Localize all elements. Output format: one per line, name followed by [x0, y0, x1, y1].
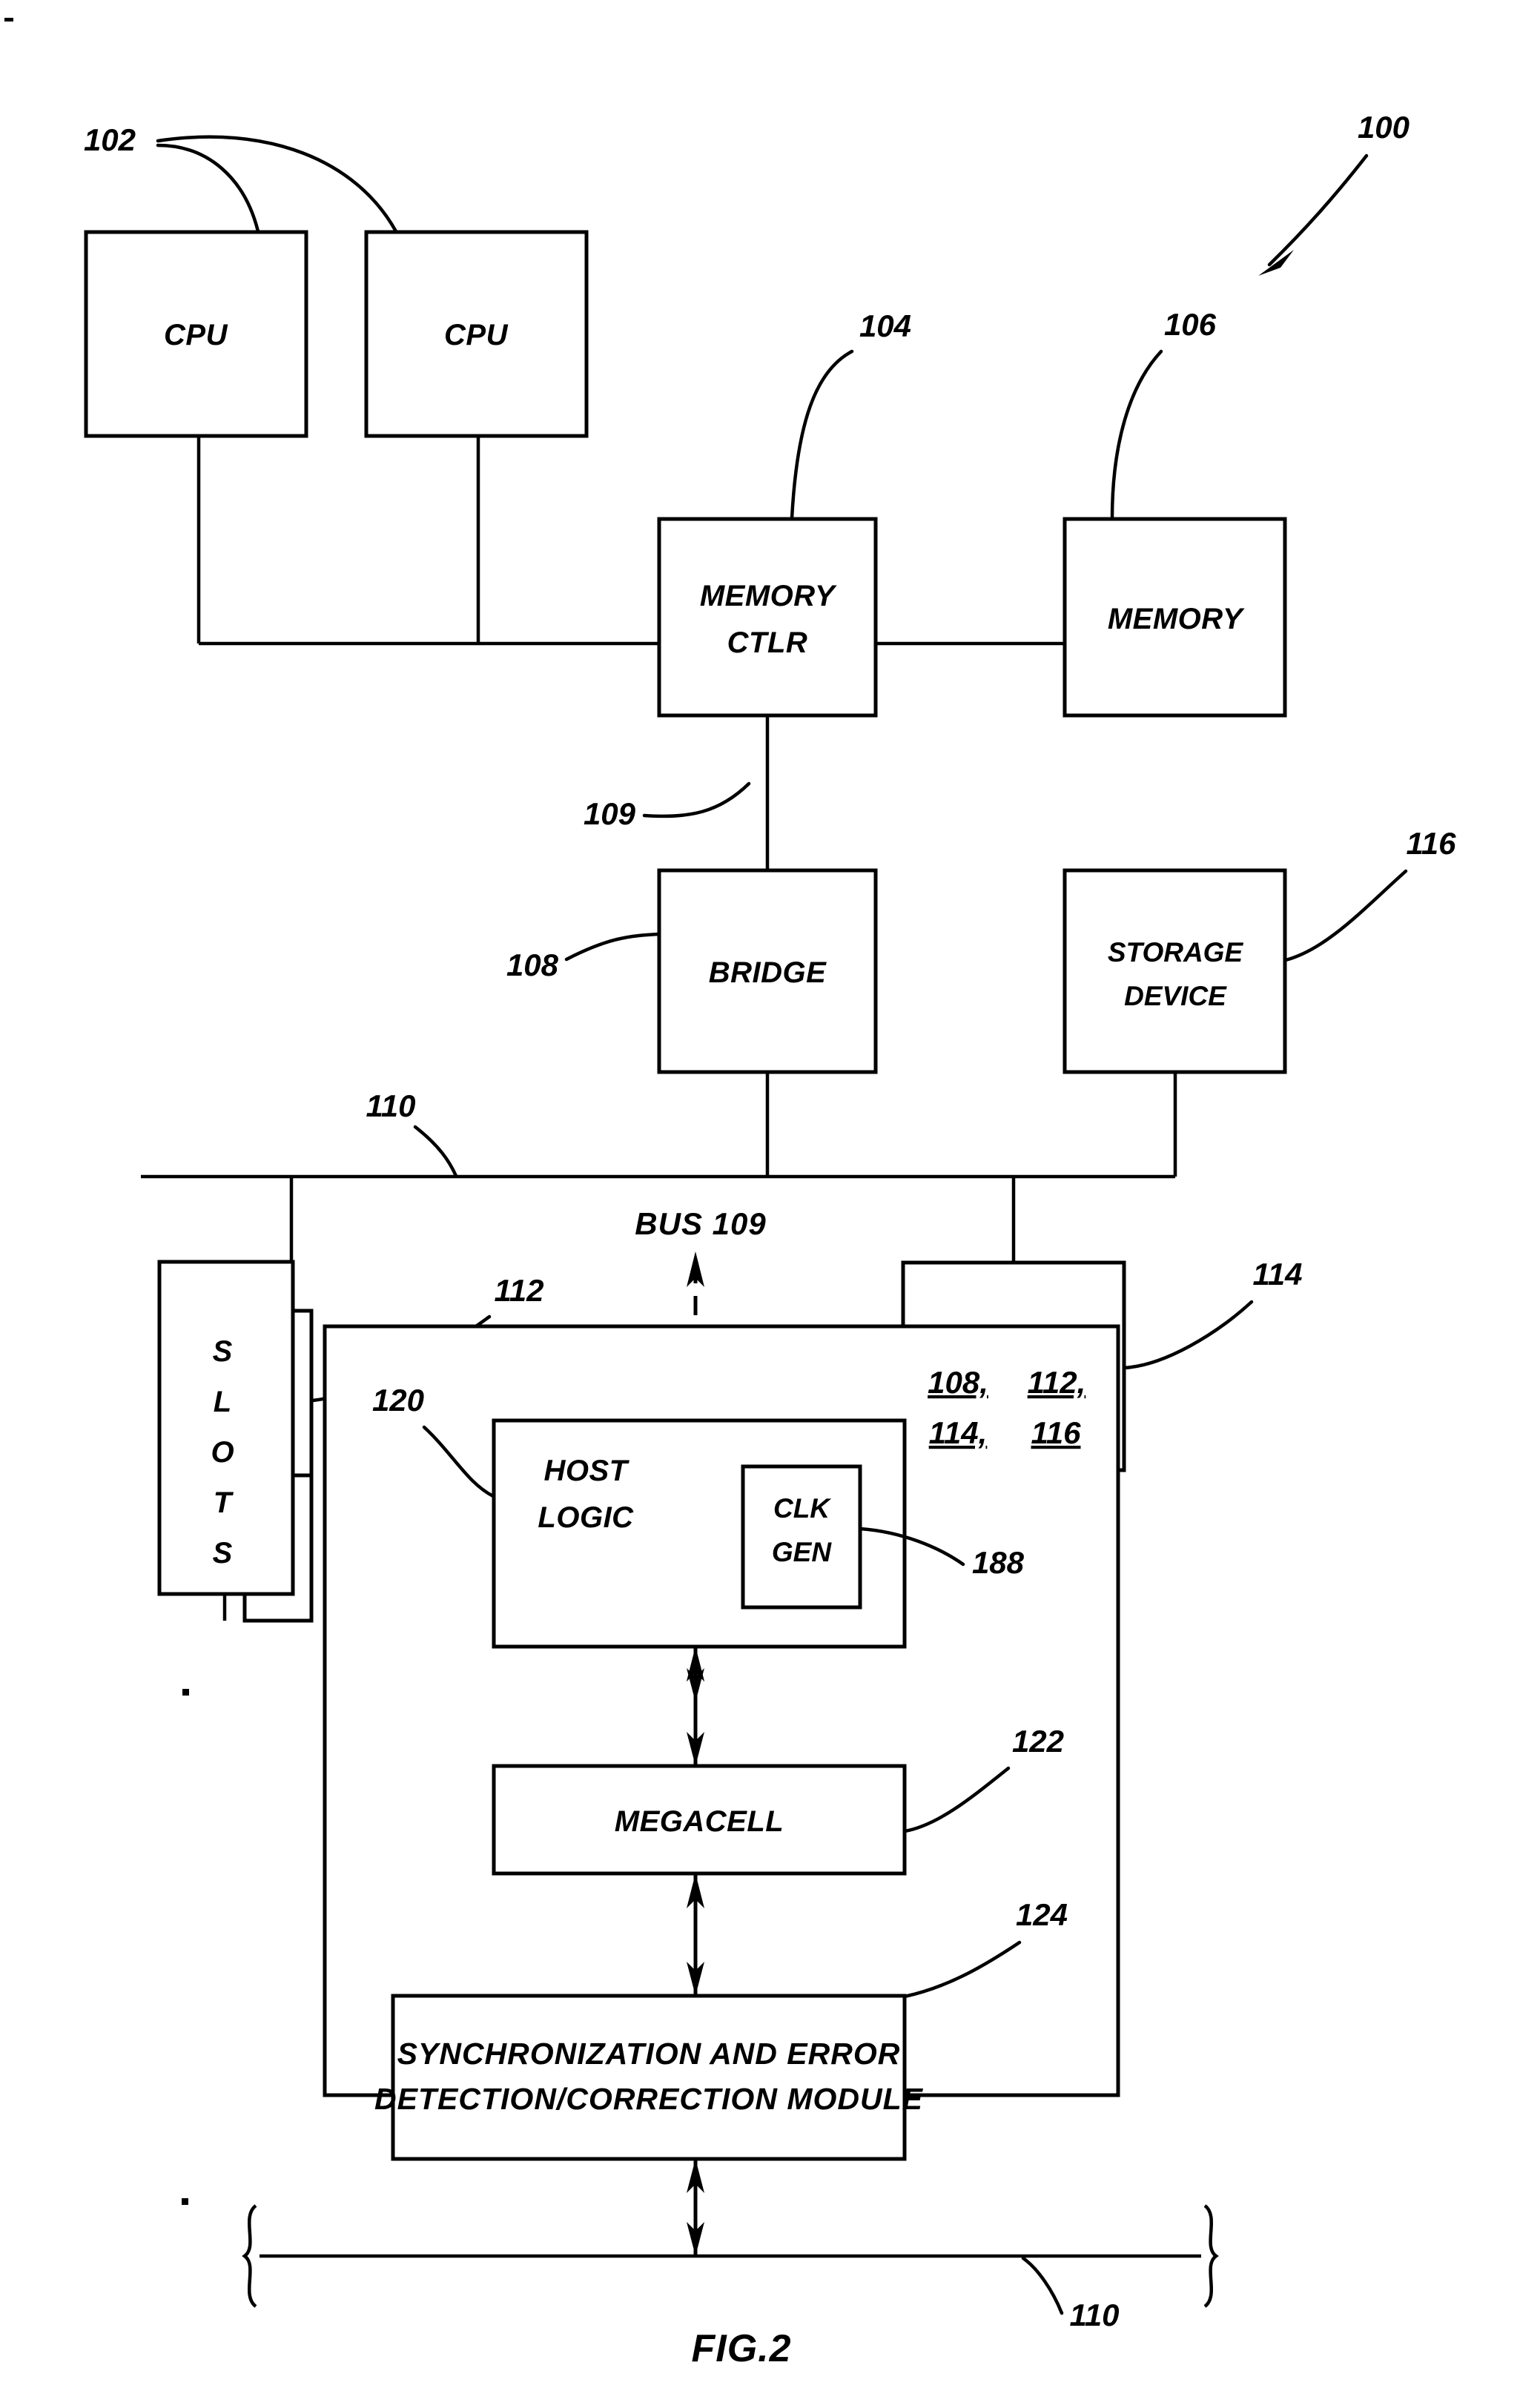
fig2-ref-108: 108,	[928, 1365, 988, 1400]
cpu-block-2: CPU	[364, 230, 589, 438]
ref-106-group: 106	[1110, 307, 1217, 520]
ref-116-group: 116	[1283, 826, 1457, 962]
sync-module-label-line1: SYNCHRONIZATION AND ERROR	[397, 2037, 901, 2071]
figure-2: BUS 109 108, 112, 114, 116 HOST LOGIC 12…	[242, 1206, 1219, 2370]
scan-speck	[4, 18, 13, 22]
fig2-ref-114: 114,	[929, 1415, 988, 1450]
scan-speck	[182, 2198, 188, 2205]
slots-letter-2: L	[214, 1386, 231, 1418]
slots-letter-1: S	[213, 1335, 233, 1368]
cpu-to-memctlr-wires	[196, 436, 659, 646]
memory-label: MEMORY	[1108, 603, 1245, 635]
storage-device-block: STORAGE DEVICE	[1063, 868, 1287, 1074]
memory-block: MEMORY	[1063, 517, 1287, 718]
sync-module-label-line2: DETECTION/CORRECTION MODULE	[374, 2082, 924, 2116]
ref-label-112: 112	[495, 1273, 544, 1308]
ref-label-109: 109	[584, 796, 636, 831]
bridge-block: BRIDGE	[657, 868, 878, 1074]
memory-controller-block: MEMORY CTLR	[657, 517, 878, 718]
bus-110-group: 110	[141, 1072, 1177, 1179]
clk-gen-label-line2: GEN	[772, 1537, 832, 1567]
ref-label-108: 108	[506, 947, 559, 982]
ref-label-110: 110	[366, 1088, 416, 1123]
bus-109-group: 109	[584, 715, 770, 870]
patent-drawing-page: CPU CPU 102 MEMORY CTLR 104 MEMORY 106 1…	[0, 0, 1540, 2388]
storage-device-label-line2: DEVICE	[1124, 981, 1227, 1011]
ref-104-group: 104	[790, 308, 911, 520]
slots-letter-5: S	[213, 1537, 233, 1570]
drawing-canvas: CPU CPU 102 MEMORY CTLR 104 MEMORY 106 1…	[4, 18, 1457, 2370]
megacell-label: MEGACELL	[615, 1805, 784, 1838]
fig2-ref-112: 112,	[1028, 1365, 1086, 1400]
ref-label-120: 120	[372, 1383, 424, 1418]
ref-label-102: 102	[84, 122, 136, 157]
fig2-ref-label-110: 110	[1070, 2298, 1120, 2332]
slots-block: S L O T S	[157, 1177, 314, 1623]
scan-speck	[182, 1689, 189, 1696]
fig2-bus-110-group: 110	[242, 2204, 1219, 2332]
ref-114-group: 114	[1122, 1257, 1303, 1370]
fig2-ref-116: 116	[1031, 1415, 1082, 1450]
clk-gen-block: CLK GEN	[741, 1464, 862, 1610]
cpu-block-1: CPU	[84, 230, 308, 438]
ref-label-124: 124	[1016, 1897, 1068, 1932]
cpu-1-label: CPU	[164, 319, 228, 351]
storage-device-label-line1: STORAGE	[1108, 937, 1244, 968]
bridge-label: BRIDGE	[709, 956, 827, 989]
ref-label-114: 114	[1253, 1257, 1303, 1291]
slots-letter-4: T	[214, 1486, 234, 1519]
ref-label-116: 116	[1407, 826, 1457, 861]
ref-label-188: 188	[972, 1545, 1025, 1580]
megacell-block: MEGACELL	[492, 1764, 907, 1876]
ref-label-106: 106	[1164, 307, 1217, 342]
host-logic-label-line1: HOST	[543, 1455, 629, 1487]
fig2-bus-109-label: BUS 109	[635, 1206, 766, 1241]
ref-label-100: 100	[1358, 110, 1410, 145]
slots-letter-3: O	[211, 1436, 234, 1469]
ref-label-104: 104	[859, 308, 911, 343]
cpu-2-label: CPU	[444, 319, 509, 351]
sync-edc-module-block: SYNCHRONIZATION AND ERROR DETECTION/CORR…	[374, 1994, 924, 2161]
clk-gen-label-line1: CLK	[773, 1493, 831, 1524]
ref-label-122: 122	[1012, 1724, 1064, 1759]
memory-ctlr-label-line1: MEMORY	[700, 580, 837, 612]
figure-2-caption: FIG.2	[691, 2327, 791, 2370]
host-logic-label-line2: LOGIC	[538, 1501, 634, 1534]
memory-ctlr-label-line2: CTLR	[727, 626, 808, 659]
ref-102-group: 102	[84, 122, 398, 234]
ref-108-group: 108	[506, 932, 661, 982]
ref-100-group: 100	[1258, 110, 1410, 276]
